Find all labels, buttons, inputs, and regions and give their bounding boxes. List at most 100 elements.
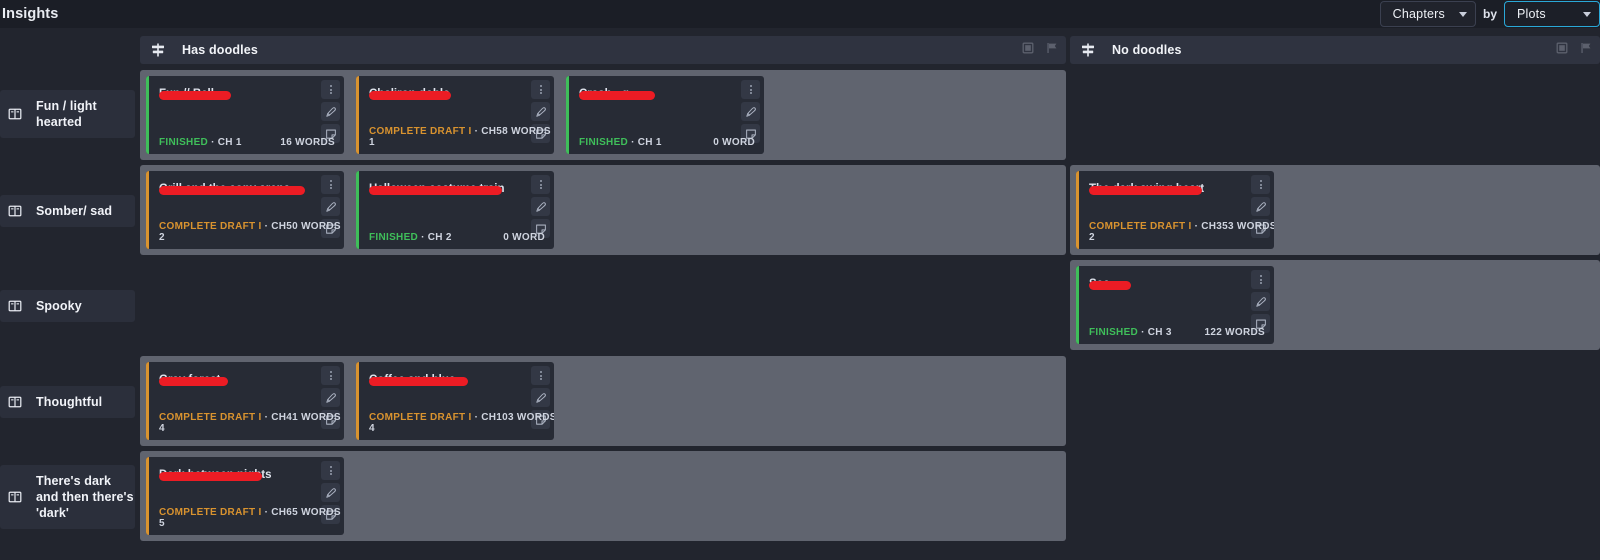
card-footer: COMPLETE DRAFT I · CH 1 58 WORDS bbox=[369, 126, 551, 148]
status-badge: FINISHED bbox=[579, 137, 629, 148]
card[interactable]: Sec FINISHED·CH 3122 WORDS bbox=[1076, 266, 1274, 344]
group-by-primary-label: Chapters bbox=[1392, 7, 1445, 21]
more-options-icon bbox=[329, 466, 332, 475]
card[interactable]: Chaliron doble COMPLETE DRAFT I·CH 158 W… bbox=[356, 76, 554, 154]
card-edit-button[interactable] bbox=[531, 388, 550, 407]
more-options-icon bbox=[1259, 275, 1262, 284]
meta-separator: · bbox=[264, 412, 269, 423]
card-edit-button[interactable] bbox=[321, 197, 340, 216]
status-badge: FINISHED bbox=[1089, 327, 1139, 338]
chapter-label: CH 2 bbox=[427, 232, 452, 243]
chapter-label: CH 1 bbox=[217, 137, 242, 148]
card-footer: COMPLETE DRAFT I · CH 5 65 WORDS bbox=[159, 507, 341, 529]
card[interactable]: Halloween costume train FINISHED·CH 20 W… bbox=[356, 171, 554, 249]
card-edit-button[interactable] bbox=[1251, 292, 1270, 311]
chapter-label: CH 3 bbox=[1147, 327, 1172, 338]
signpost-icon bbox=[152, 43, 164, 57]
card-footer: FINISHED · CH 1 0 WORD bbox=[579, 137, 755, 148]
card-more-button[interactable] bbox=[321, 175, 340, 194]
card[interactable]: Fun // Bell FINISHED·CH 116 WORDS bbox=[146, 76, 344, 154]
card-more-button[interactable] bbox=[1251, 270, 1270, 289]
card-edit-button[interactable] bbox=[321, 388, 340, 407]
flag-icon[interactable] bbox=[1580, 41, 1592, 59]
card-more-button[interactable] bbox=[1251, 175, 1270, 194]
word-count: 16 WORDS bbox=[280, 137, 335, 148]
top-bar: Insights Chapters by Plots bbox=[0, 0, 1600, 28]
group-by-primary-dropdown[interactable]: Chapters bbox=[1379, 1, 1476, 27]
card-more-button[interactable] bbox=[531, 175, 550, 194]
card-more-button[interactable] bbox=[321, 461, 340, 480]
card-edit-button[interactable] bbox=[321, 483, 340, 502]
flag-icon bbox=[1581, 43, 1591, 53]
more-options-icon bbox=[1259, 180, 1262, 189]
column-title: No doodles bbox=[1112, 43, 1182, 57]
status-badge: COMPLETE DRAFT I bbox=[159, 507, 262, 518]
redaction-bar bbox=[369, 377, 468, 386]
card[interactable]: Crash - g FINISHED·CH 10 WORD bbox=[566, 76, 764, 154]
card-more-button[interactable] bbox=[531, 80, 550, 99]
card-edit-button[interactable] bbox=[1251, 197, 1270, 216]
word-count: 0 WORD bbox=[503, 232, 545, 243]
card-meta: COMPLETE DRAFT I · CH 5 bbox=[159, 507, 286, 529]
card-footer: FINISHED · CH 1 16 WORDS bbox=[159, 137, 335, 148]
group-by-secondary-label: Plots bbox=[1517, 7, 1546, 21]
column-header-no-doodles[interactable]: No doodles bbox=[1070, 36, 1600, 64]
column-header-has-doodles[interactable]: Has doodles bbox=[140, 36, 1066, 64]
flag-icon[interactable] bbox=[1046, 41, 1058, 59]
column-header-actions bbox=[1556, 41, 1592, 59]
word-count: 58 WORDS bbox=[496, 126, 551, 137]
card[interactable]: The dark swing heart COMPLETE DRAFT I·CH… bbox=[1076, 171, 1274, 249]
card-more-button[interactable] bbox=[531, 366, 550, 385]
card-meta: FINISHED · CH 1 bbox=[579, 137, 662, 148]
pen-icon bbox=[325, 201, 336, 212]
card-footer: COMPLETE DRAFT I · CH 2 353 WORDS bbox=[1089, 221, 1274, 243]
frame-icon[interactable] bbox=[1556, 41, 1568, 59]
meta-separator: · bbox=[1141, 327, 1145, 338]
card[interactable]: Dark between nights COMPLETE DRAFT I·CH … bbox=[146, 457, 344, 535]
redaction-bar bbox=[579, 91, 655, 100]
card-edit-button[interactable] bbox=[531, 197, 550, 216]
status-badge: COMPLETE DRAFT I bbox=[159, 412, 262, 423]
redaction-bar bbox=[369, 91, 451, 100]
card-edit-button[interactable] bbox=[531, 102, 550, 121]
card[interactable]: Coffee and blue COMPLETE DRAFT I·CH 4103… bbox=[356, 362, 554, 440]
card[interactable]: Grill and the copy arena COMPLETE DRAFT … bbox=[146, 171, 344, 249]
group-by-secondary-dropdown[interactable]: Plots bbox=[1504, 1, 1600, 27]
card-edit-button[interactable] bbox=[321, 102, 340, 121]
meta-separator: · bbox=[1194, 221, 1199, 232]
card-more-button[interactable] bbox=[321, 80, 340, 99]
card-actions bbox=[531, 175, 550, 238]
page-title: Insights bbox=[2, 6, 59, 22]
redaction-bar bbox=[159, 377, 228, 386]
word-count: 122 WORDS bbox=[1204, 327, 1265, 338]
more-options-icon bbox=[749, 85, 752, 94]
status-accent-bar bbox=[146, 362, 149, 440]
signpost-icon bbox=[1082, 43, 1094, 57]
status-badge: COMPLETE DRAFT I bbox=[369, 412, 472, 423]
column-headers: Has doodles No doodles bbox=[0, 36, 1600, 64]
status-accent-bar bbox=[146, 457, 149, 535]
card[interactable]: Gray forest COMPLETE DRAFT I·CH 441 WORD… bbox=[146, 362, 344, 440]
redaction-bar bbox=[159, 91, 231, 100]
card-more-button[interactable] bbox=[321, 366, 340, 385]
card-meta: FINISHED · CH 1 bbox=[159, 137, 242, 148]
frame-icon bbox=[1022, 42, 1034, 54]
card-actions bbox=[321, 80, 340, 143]
pen-icon bbox=[535, 392, 546, 403]
card-meta: COMPLETE DRAFT I · CH 4 bbox=[369, 412, 496, 434]
card-actions bbox=[741, 80, 760, 143]
word-count: 50 WORDS bbox=[286, 221, 341, 232]
status-badge: FINISHED bbox=[159, 137, 209, 148]
redaction-bar bbox=[369, 186, 502, 195]
redaction-bar bbox=[159, 472, 262, 481]
status-badge: COMPLETE DRAFT I bbox=[1089, 221, 1192, 232]
meta-separator: · bbox=[474, 412, 479, 423]
status-accent-bar bbox=[566, 76, 569, 154]
frame-icon[interactable] bbox=[1022, 41, 1034, 59]
card-more-button[interactable] bbox=[741, 80, 760, 99]
group-by-conjunction: by bbox=[1482, 7, 1497, 21]
card-footer: COMPLETE DRAFT I · CH 4 41 WORDS bbox=[159, 412, 341, 434]
pen-icon bbox=[325, 487, 336, 498]
card-edit-button[interactable] bbox=[741, 102, 760, 121]
status-accent-bar bbox=[356, 362, 359, 440]
